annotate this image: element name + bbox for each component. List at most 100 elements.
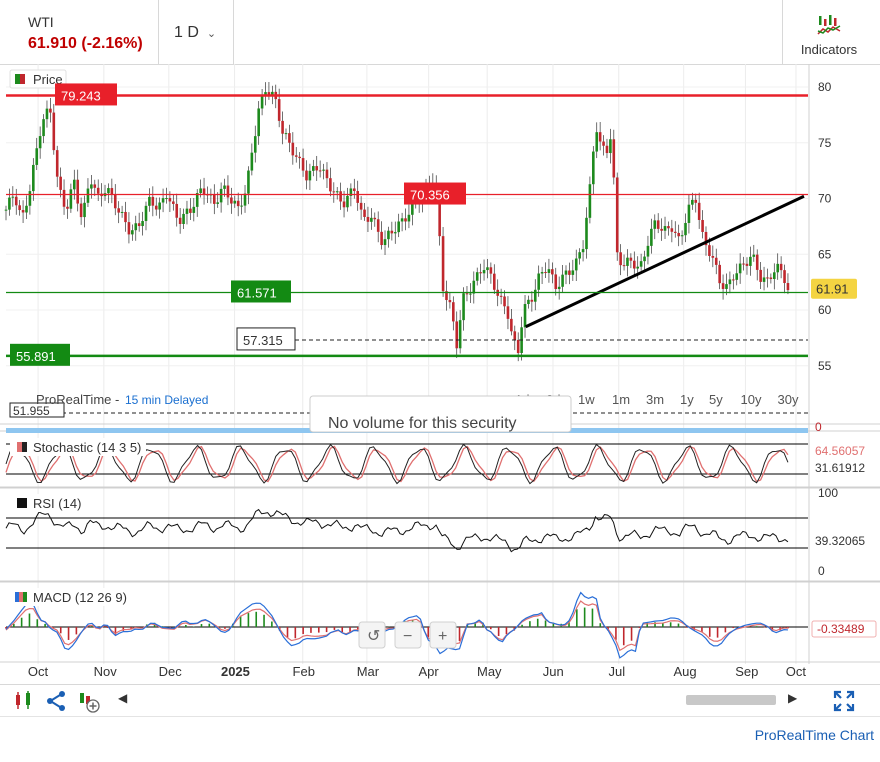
candle[interactable] xyxy=(595,132,599,152)
candle[interactable] xyxy=(219,188,223,203)
candle[interactable] xyxy=(711,255,715,258)
candle[interactable] xyxy=(660,228,663,231)
candle[interactable] xyxy=(551,269,554,275)
candle[interactable] xyxy=(21,210,25,213)
candle[interactable] xyxy=(267,92,271,95)
candle[interactable] xyxy=(602,141,605,146)
candle[interactable] xyxy=(66,206,69,209)
scroll-right-icon[interactable]: ▶ xyxy=(788,691,797,705)
candle[interactable] xyxy=(540,272,544,274)
candle[interactable] xyxy=(458,320,462,349)
candle[interactable] xyxy=(530,299,534,302)
candle[interactable] xyxy=(59,176,62,190)
price-panel[interactable]: Price xyxy=(4,69,790,362)
candle[interactable] xyxy=(32,164,35,192)
candle[interactable] xyxy=(400,218,404,222)
interval-dropdown[interactable]: 1 D ⌄ xyxy=(174,24,216,42)
candle[interactable] xyxy=(178,217,182,224)
candle[interactable] xyxy=(632,260,636,269)
horizontal-scrollbar[interactable] xyxy=(686,695,776,705)
candle[interactable] xyxy=(366,216,370,222)
candle[interactable] xyxy=(677,232,680,237)
range-button-1w[interactable]: 1w xyxy=(578,392,595,407)
candle[interactable] xyxy=(45,108,49,120)
candle[interactable] xyxy=(533,289,537,302)
candle[interactable] xyxy=(578,252,581,259)
candle[interactable] xyxy=(393,232,397,234)
candle[interactable] xyxy=(691,199,694,205)
candle[interactable] xyxy=(561,274,564,287)
candle[interactable] xyxy=(233,200,237,204)
candle[interactable] xyxy=(288,133,291,143)
candle[interactable] xyxy=(243,193,247,206)
candle[interactable] xyxy=(537,273,540,290)
candle[interactable] xyxy=(96,187,100,194)
candle[interactable] xyxy=(482,270,486,274)
candle[interactable] xyxy=(701,219,704,232)
candle[interactable] xyxy=(721,283,725,289)
candle[interactable] xyxy=(107,188,110,194)
candle[interactable] xyxy=(332,191,336,193)
candle[interactable] xyxy=(732,279,735,281)
candle[interactable] xyxy=(643,256,646,262)
candle[interactable] xyxy=(322,169,325,171)
range-button-30y[interactable]: 30y xyxy=(778,392,799,407)
candle[interactable] xyxy=(615,177,619,253)
candle[interactable] xyxy=(776,263,780,273)
candle[interactable] xyxy=(738,263,742,274)
candle[interactable] xyxy=(506,306,510,319)
candle[interactable] xyxy=(42,119,45,137)
candle[interactable] xyxy=(472,280,476,294)
candle[interactable] xyxy=(199,188,202,194)
candle[interactable] xyxy=(708,245,711,256)
candle[interactable] xyxy=(69,189,73,209)
chart-type-icon[interactable] xyxy=(12,689,36,713)
candle[interactable] xyxy=(38,136,42,149)
candle[interactable] xyxy=(680,235,684,237)
candle[interactable] xyxy=(216,202,220,204)
candle[interactable] xyxy=(141,221,144,227)
candle[interactable] xyxy=(76,179,80,204)
undo-icon[interactable]: ↺ xyxy=(358,621,386,649)
candle[interactable] xyxy=(725,284,728,289)
candle[interactable] xyxy=(718,264,721,284)
fullscreen-icon[interactable] xyxy=(832,689,856,713)
candle[interactable] xyxy=(373,217,377,220)
candle[interactable] xyxy=(452,302,455,322)
candle[interactable] xyxy=(90,184,93,189)
candle[interactable] xyxy=(226,185,230,198)
candle[interactable] xyxy=(86,188,90,203)
candle[interactable] xyxy=(127,222,131,235)
candle[interactable] xyxy=(185,208,189,214)
candle[interactable] xyxy=(202,188,206,195)
candle[interactable] xyxy=(622,265,626,267)
candle[interactable] xyxy=(212,194,216,204)
candle[interactable] xyxy=(325,169,329,179)
candle[interactable] xyxy=(656,220,660,229)
candle[interactable] xyxy=(144,205,148,222)
candle[interactable] xyxy=(772,272,776,280)
candle[interactable] xyxy=(380,231,383,246)
candle[interactable] xyxy=(663,226,667,231)
candle[interactable] xyxy=(168,198,172,202)
brand-link[interactable]: ProRealTime Chart xyxy=(755,727,874,743)
candle[interactable] xyxy=(271,91,274,95)
trendline[interactable] xyxy=(525,194,805,329)
candle[interactable] xyxy=(113,194,117,209)
candle[interactable] xyxy=(318,170,322,172)
range-button-1m[interactable]: 1m xyxy=(612,392,630,407)
candle[interactable] xyxy=(356,191,360,203)
candle[interactable] xyxy=(605,145,609,154)
candle[interactable] xyxy=(175,203,179,218)
candle[interactable] xyxy=(544,272,547,274)
candle[interactable] xyxy=(503,296,506,307)
candle[interactable] xyxy=(35,148,39,165)
candle[interactable] xyxy=(636,266,640,269)
candle[interactable] xyxy=(684,222,687,236)
candle[interactable] xyxy=(189,208,192,213)
candle[interactable] xyxy=(489,267,493,274)
candle[interactable] xyxy=(752,254,756,257)
candle[interactable] xyxy=(151,196,155,206)
zoom-out-icon[interactable]: − xyxy=(394,621,422,649)
candle[interactable] xyxy=(516,339,520,354)
